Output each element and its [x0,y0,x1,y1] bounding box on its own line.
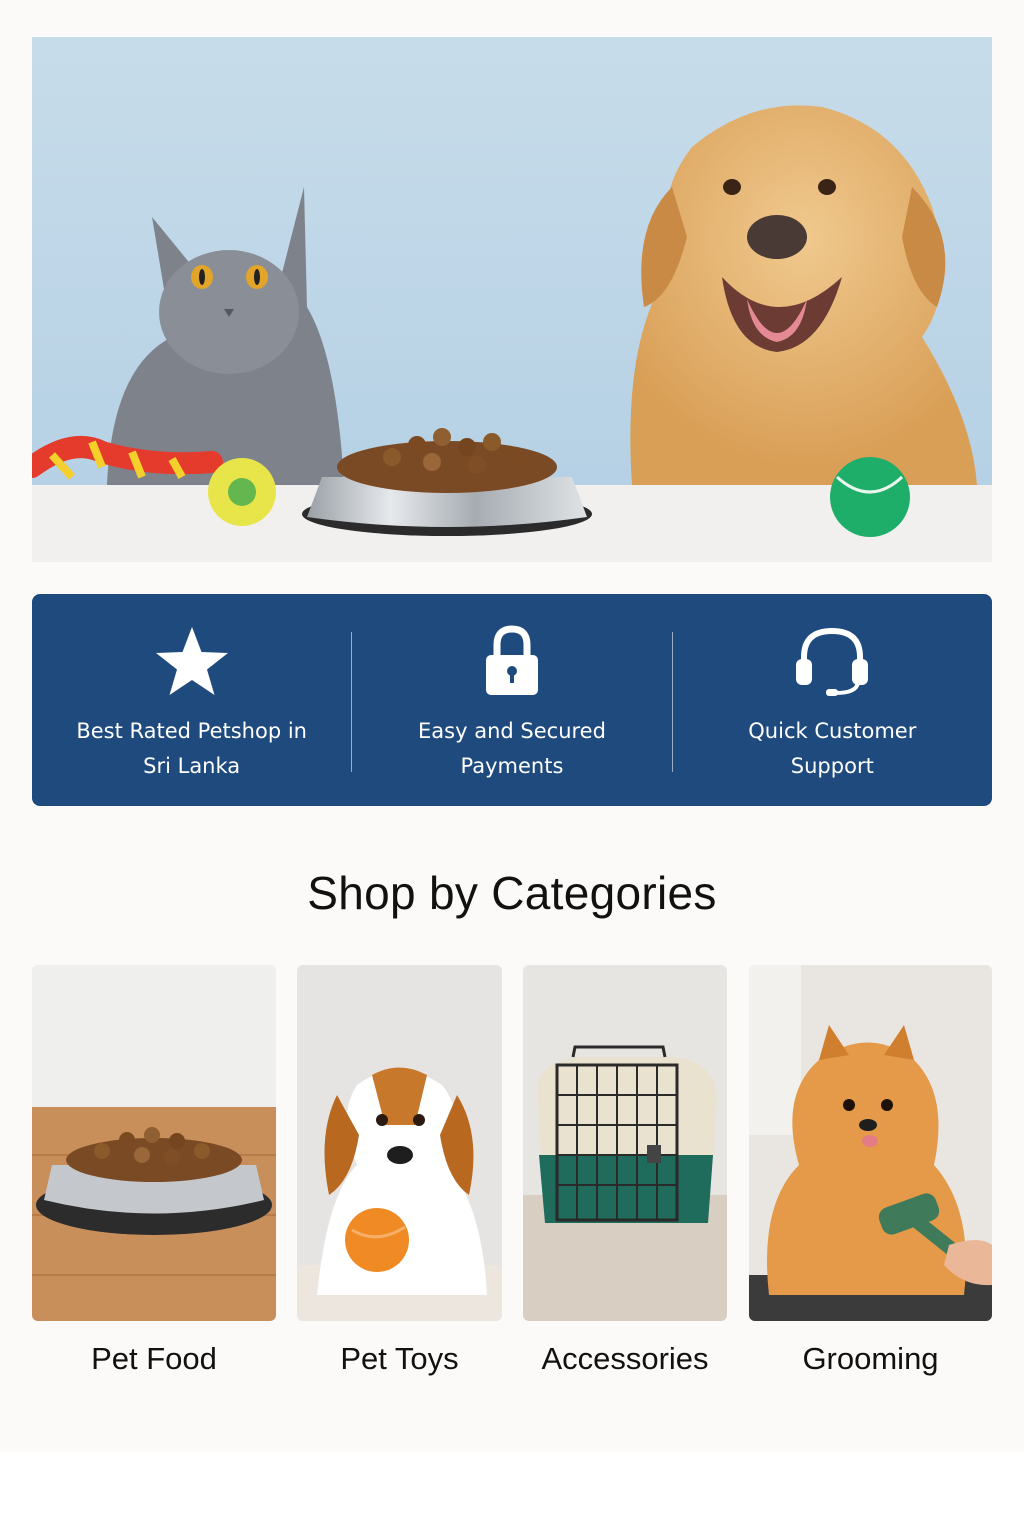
feature-secure-payments: Easy and Secured Payments [352,594,671,806]
feature-label: Quick Customer Support [748,719,917,778]
page-background: Best Rated Petshop in Sri Lanka Easy and… [0,0,1024,1452]
accessories-image[interactable] [523,965,727,1321]
pet-food-image[interactable] [32,965,276,1321]
feature-label: Easy and Secured Payments [418,719,606,778]
features-bar: Best Rated Petshop in Sri Lanka Easy and… [32,594,992,806]
feature-best-rated: Best Rated Petshop in Sri Lanka [32,594,351,806]
category-card-accessories[interactable]: Accessories [523,965,727,1377]
category-card-grooming[interactable]: Grooming [749,965,992,1377]
category-card-pet-toys[interactable]: Pet Toys [297,965,502,1377]
feature-label: Best Rated Petshop in Sri Lanka [76,719,307,778]
category-label[interactable]: Pet Toys [297,1341,502,1377]
green-ball [830,457,910,537]
category-label[interactable]: Grooming [749,1341,992,1377]
feature-customer-support: Quick Customer Support [673,594,992,806]
lock-icon [473,622,551,700]
category-label[interactable]: Pet Food [32,1341,276,1377]
section-title: Shop by Categories [307,867,717,919]
star-icon [153,622,231,700]
category-label[interactable]: Accessories [523,1341,727,1377]
headset-icon [793,622,871,700]
grooming-image[interactable] [749,965,992,1321]
pet-toys-image[interactable] [297,965,502,1321]
category-card-pet-food[interactable]: Pet Food [32,965,276,1377]
hero-banner-image [32,37,992,562]
